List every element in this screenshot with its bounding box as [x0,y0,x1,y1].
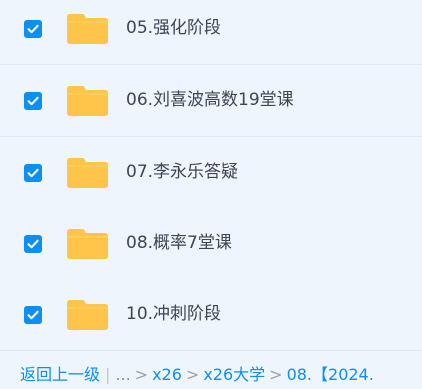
breadcrumb-divider: | [105,365,111,384]
folder-icon [67,13,108,44]
breadcrumb: 返回上一级 |... > x26 > x26大学 >08.【2024. [20,363,374,387]
folder-icon [67,299,108,330]
folder-icon [67,228,108,259]
folder-row[interactable]: 06.刘喜波高数19堂课 [0,65,422,137]
checkbox-checked-icon[interactable] [24,20,42,38]
breadcrumb-ellipsis[interactable]: ... [115,365,130,384]
folder-icon [67,85,108,116]
breadcrumb-separator: > [269,365,283,384]
folder-row[interactable]: 07.李永乐答疑 [0,137,422,209]
file-list: 05.强化阶段 06.刘喜波高数19堂课 07.李永乐答疑 08.概率7堂课 1… [0,0,422,351]
folder-name[interactable]: 08.概率7堂课 [126,231,232,255]
folder-row[interactable]: 10.冲刺阶段 [0,279,422,351]
back-link[interactable]: 返回上一级 [20,365,100,384]
checkbox-checked-icon[interactable] [24,235,42,253]
breadcrumb-item-x26[interactable]: x26 [152,365,182,384]
folder-name[interactable]: 05.强化阶段 [126,16,221,40]
folder-name[interactable]: 07.李永乐答疑 [126,160,238,184]
checkbox-checked-icon[interactable] [24,92,42,110]
folder-row[interactable]: 05.强化阶段 [0,0,422,65]
checkbox-checked-icon[interactable] [24,164,42,182]
folder-name[interactable]: 06.刘喜波高数19堂课 [126,88,294,112]
folder-name[interactable]: 10.冲刺阶段 [126,302,221,326]
folder-icon [67,157,108,188]
breadcrumb-item-current[interactable]: 08.【2024. [287,365,374,384]
checkbox-checked-icon[interactable] [24,306,42,324]
breadcrumb-separator: > [134,365,149,384]
breadcrumb-separator: > [185,365,200,384]
folder-row[interactable]: 08.概率7堂课 [0,208,422,280]
breadcrumb-item-x26-university[interactable]: x26大学 [203,365,265,384]
